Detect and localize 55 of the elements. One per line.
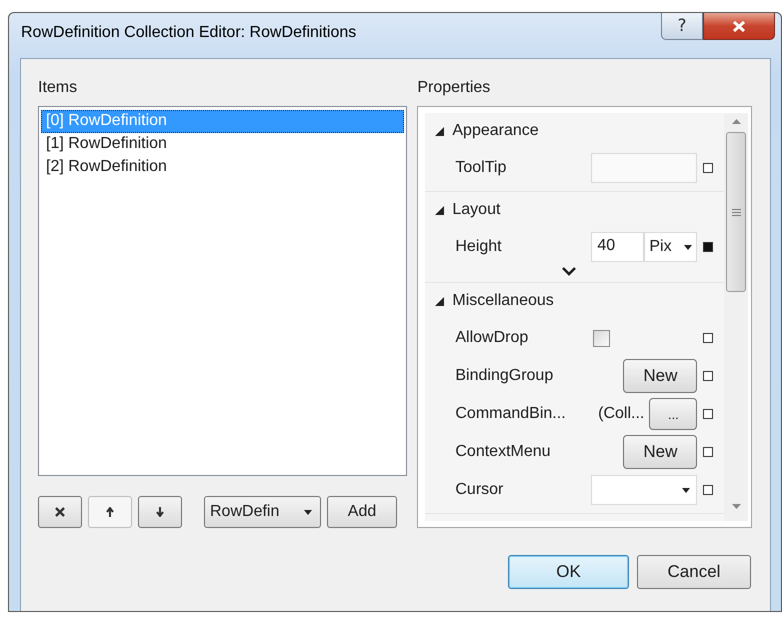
- new-button[interactable]: New: [623, 435, 698, 469]
- ok-button[interactable]: OK: [508, 555, 629, 589]
- close-icon: [732, 20, 746, 32]
- expander-icon[interactable]: [435, 126, 444, 136]
- unit-dropdown[interactable]: Pix: [644, 232, 698, 262]
- add-button[interactable]: Add: [327, 496, 397, 528]
- caret-icon: [304, 510, 312, 514]
- scrollbar[interactable]: [724, 113, 748, 521]
- category-header: Appearance: [452, 122, 539, 140]
- down-arrow-icon: [155, 507, 165, 517]
- property-name: ContextMenu: [455, 443, 552, 461]
- close-button[interactable]: [703, 13, 775, 40]
- caret-icon: [684, 244, 692, 250]
- property-value: (Coll...: [598, 405, 644, 423]
- up-arrow-icon: [105, 507, 115, 517]
- property-marker[interactable]: [703, 242, 714, 252]
- text-field[interactable]: [591, 153, 698, 183]
- move-down-button[interactable]: [138, 496, 182, 528]
- property-name: Height: [455, 238, 503, 256]
- property-marker[interactable]: [703, 371, 714, 381]
- cancel-button[interactable]: Cancel: [637, 555, 751, 589]
- items-label: Items: [38, 79, 78, 98]
- property-name: ToolTip: [455, 159, 508, 177]
- expander-icon[interactable]: [435, 296, 444, 306]
- scroll-thumb[interactable]: [726, 132, 746, 292]
- caret-icon: [682, 488, 690, 492]
- scroll-down-icon[interactable]: [732, 504, 740, 509]
- list-item[interactable]: [1] RowDefinition: [41, 133, 404, 156]
- delete-icon: [55, 507, 65, 517]
- dropdown-field[interactable]: [591, 475, 698, 505]
- checkbox[interactable]: [593, 330, 610, 346]
- chevron-down-icon[interactable]: [560, 266, 577, 276]
- property-name: BindingGroup: [455, 367, 554, 385]
- remove-button[interactable]: [38, 496, 82, 528]
- list-item[interactable]: [2] RowDefinition: [41, 156, 404, 179]
- property-marker[interactable]: [703, 333, 714, 343]
- window-title: RowDefinition Collection Editor: RowDefinitions: [21, 24, 358, 42]
- property-name: CommandBin...: [455, 405, 567, 423]
- property-name: Cursor: [455, 481, 504, 499]
- category-header: Miscellaneous: [452, 292, 554, 310]
- property-marker[interactable]: [703, 409, 714, 419]
- grip-icon: [732, 208, 740, 216]
- help-button[interactable]: ?: [661, 13, 703, 40]
- number-field[interactable]: 40: [591, 232, 644, 262]
- expander-icon[interactable]: [435, 206, 444, 214]
- property-marker[interactable]: [703, 485, 714, 495]
- category-header: Layout: [452, 201, 500, 219]
- new-button[interactable]: New: [623, 359, 698, 393]
- property-marker[interactable]: [703, 163, 714, 173]
- type-dropdown[interactable]: RowDefin: [204, 496, 321, 528]
- property-marker[interactable]: [703, 447, 714, 457]
- property-name: AllowDrop: [455, 329, 530, 347]
- properties-label: Properties: [417, 79, 492, 98]
- scroll-up-icon[interactable]: [732, 119, 740, 124]
- ellipsis-button[interactable]: ...: [649, 398, 698, 430]
